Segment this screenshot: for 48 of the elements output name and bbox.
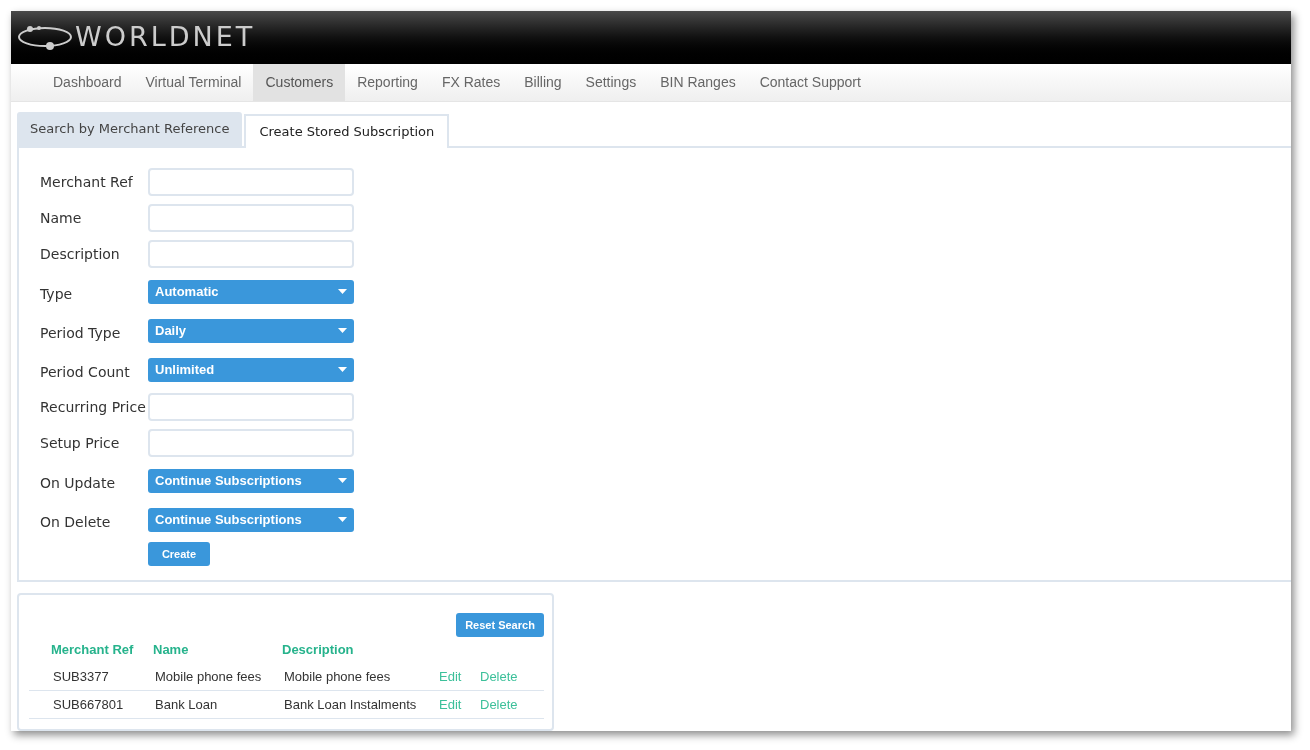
caret-icon xyxy=(338,478,347,483)
nav-item[interactable]: Billing xyxy=(512,63,574,101)
reset-search-button[interactable]: Reset Search xyxy=(456,613,544,637)
table-cell-text: SUB3377 xyxy=(53,667,110,686)
select-dropdown[interactable]: Unlimited xyxy=(148,357,354,382)
nav-item[interactable]: BIN Ranges xyxy=(648,63,748,101)
nav-item[interactable]: Virtual Terminal xyxy=(133,63,254,101)
caret-icon xyxy=(338,367,347,372)
field-label: Name xyxy=(40,208,83,228)
tab[interactable]: Search by Merchant Reference xyxy=(17,112,243,146)
table-cell-text: Mobile phone fees xyxy=(284,667,392,686)
field-label: Type xyxy=(40,285,74,304)
logo-text: WORLDNET xyxy=(75,20,256,55)
create-button[interactable]: Create xyxy=(148,542,210,566)
caret-icon xyxy=(338,517,347,522)
column-header: Name xyxy=(153,641,190,660)
field-label: Recurring Price xyxy=(40,397,147,417)
field-label: Period Type xyxy=(40,324,122,343)
caret-icon xyxy=(338,328,347,333)
input-field[interactable] xyxy=(148,204,354,232)
select-dropdown[interactable]: Continue Subscriptions xyxy=(148,468,354,493)
select-dropdown[interactable]: Continue Subscriptions xyxy=(148,507,354,532)
field-label: On Update xyxy=(40,474,117,493)
select-dropdown[interactable]: Automatic xyxy=(148,279,354,304)
table-cell-text: Mobile phone fees xyxy=(155,667,263,686)
field-label: Merchant Ref xyxy=(40,172,134,192)
field-label: Setup Price xyxy=(40,433,121,453)
nav-item[interactable]: Dashboard xyxy=(41,63,134,101)
field-label: Period Count xyxy=(40,363,131,382)
nav-item[interactable]: FX Rates xyxy=(429,63,513,101)
table-cell-text: Bank Loan Instalments xyxy=(284,695,418,714)
field-label: Description xyxy=(40,244,121,264)
column-header: Description xyxy=(282,641,355,660)
column-header: Merchant Ref xyxy=(51,641,135,660)
nav-item[interactable]: Customers xyxy=(253,63,346,101)
input-field[interactable] xyxy=(148,240,354,268)
input-field[interactable] xyxy=(148,168,354,196)
table-cell-text: SUB667801 xyxy=(53,695,125,714)
field-label: On Delete xyxy=(40,513,112,532)
input-field[interactable] xyxy=(148,393,354,421)
table-cell-text: Bank Loan xyxy=(155,695,219,714)
nav-item[interactable]: Contact Support xyxy=(747,63,873,101)
nav-item[interactable]: Settings xyxy=(573,63,649,101)
caret-icon xyxy=(338,289,347,294)
select-dropdown[interactable]: Daily xyxy=(148,318,354,343)
input-field[interactable] xyxy=(148,429,354,457)
nav-item[interactable]: Reporting xyxy=(345,63,430,101)
tab[interactable]: Create Stored Subscription xyxy=(244,114,450,148)
